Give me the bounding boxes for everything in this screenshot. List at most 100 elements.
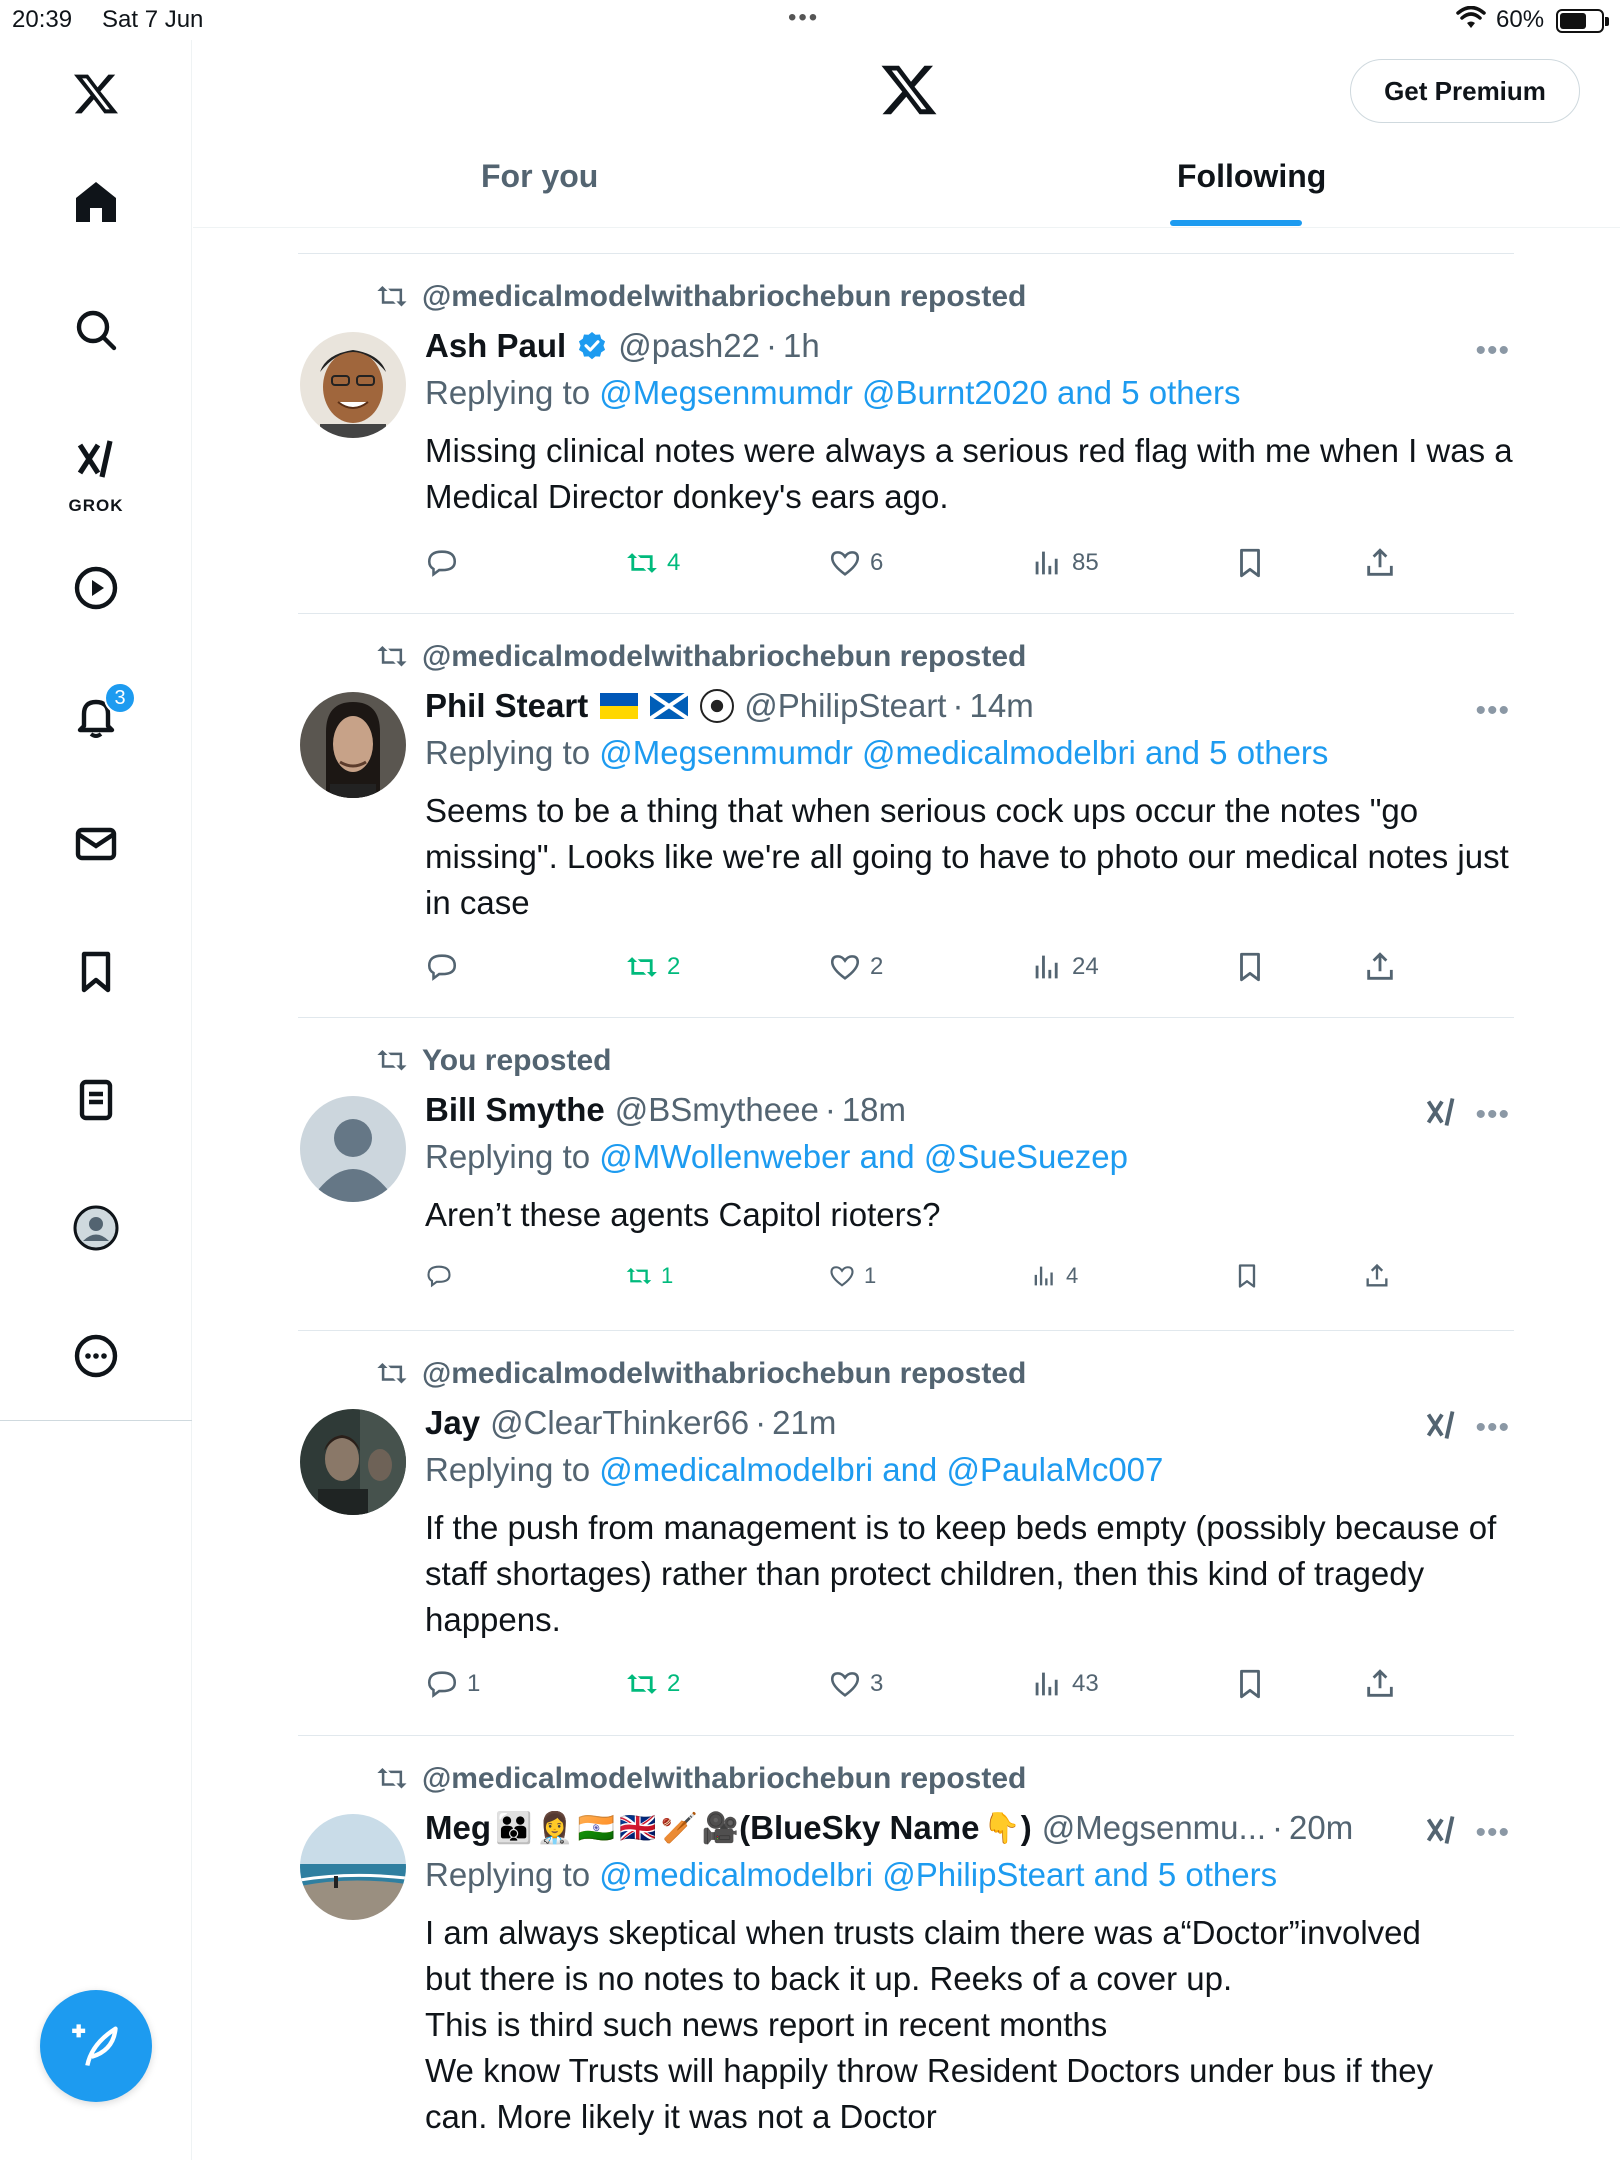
grok-explain-icon[interactable]: [1424, 1094, 1460, 1130]
post-time[interactable]: 18m: [842, 1091, 906, 1129]
bookmark-button[interactable]: [1233, 950, 1275, 984]
reply-button[interactable]: [425, 950, 467, 984]
football-icon: [700, 689, 735, 723]
repost-icon: [627, 553, 657, 573]
share-button[interactable]: [1363, 1667, 1405, 1701]
repost-icon: [377, 645, 407, 667]
views-button[interactable]: 4: [1030, 1262, 1078, 1290]
heart-icon: [830, 955, 860, 980]
share-button[interactable]: [1363, 950, 1405, 984]
more-options-icon[interactable]: •••: [1475, 1411, 1510, 1445]
author-handle[interactable]: @ClearThinker66: [490, 1404, 749, 1442]
sidebar-item-profile[interactable]: [56, 1188, 136, 1268]
post-text-line: I am always skeptical when trusts claim …: [425, 1914, 1421, 1951]
repost-button[interactable]: 4: [625, 546, 680, 580]
author-name[interactable]: Phil Steart: [425, 687, 588, 725]
repost-button[interactable]: 1: [625, 1262, 673, 1290]
views-button[interactable]: 43: [1030, 1667, 1099, 1701]
reply-button[interactable]: [425, 1262, 461, 1290]
author-name[interactable]: Meg: [425, 1809, 491, 1847]
avatar[interactable]: [300, 1096, 406, 1202]
post-time[interactable]: 14m: [969, 687, 1033, 725]
sidebar-item-messages[interactable]: [56, 804, 136, 884]
share-button[interactable]: [1363, 1262, 1399, 1290]
sidebar-item-lists[interactable]: [56, 1060, 136, 1140]
bookmark-button[interactable]: [1233, 546, 1275, 580]
notification-badge: 3: [104, 682, 136, 714]
x-logo-icon[interactable]: [879, 60, 939, 120]
reply-button[interactable]: [425, 546, 467, 580]
post-card[interactable]: @medicalmodelwithabriochebun reposted Ja…: [298, 1330, 1514, 1735]
sidebar-item-home[interactable]: [56, 162, 136, 242]
tab-following[interactable]: Following: [1177, 158, 1326, 228]
compose-post-button[interactable]: [40, 1990, 152, 2102]
views-chart-icon: [1034, 1266, 1053, 1286]
reply-button[interactable]: 1: [425, 1667, 480, 1701]
post-text-line: We know Trusts will happily throw Reside…: [425, 2052, 1434, 2089]
sidebar-item-videos[interactable]: [56, 548, 136, 628]
bookmark-button[interactable]: [1233, 1262, 1269, 1290]
multitask-dots-icon[interactable]: •••: [788, 4, 819, 32]
grok-explain-icon[interactable]: [1424, 1407, 1460, 1443]
views-button[interactable]: 24: [1030, 950, 1099, 984]
reply-mentions[interactable]: @medicalmodelbri and @PaulaMc007: [599, 1451, 1163, 1488]
sidebar-item-bookmarks[interactable]: [56, 932, 136, 1012]
x-logo-icon: [74, 74, 118, 114]
author-handle[interactable]: @Megsenmu...: [1042, 1809, 1266, 1847]
like-button[interactable]: 2: [828, 950, 883, 984]
author-name[interactable]: Ash Paul: [425, 327, 566, 365]
sidebar-x-logo[interactable]: [56, 54, 136, 134]
reply-icon: [427, 1265, 451, 1288]
sidebar-item-grok[interactable]: GROK: [56, 418, 136, 518]
replying-to-label: Replying to: [425, 734, 591, 771]
bookmark-button[interactable]: [1233, 1667, 1275, 1701]
reply-mentions[interactable]: @medicalmodelbri @PhilipSteart and 5 oth…: [599, 1856, 1277, 1893]
get-premium-button[interactable]: Get Premium: [1350, 59, 1580, 123]
more-options-icon[interactable]: •••: [1475, 694, 1510, 728]
sidebar-item-more[interactable]: [56, 1316, 136, 1396]
grok-explain-icon[interactable]: [1424, 1812, 1460, 1848]
view-count: 43: [1072, 1670, 1099, 1697]
like-button[interactable]: 1: [828, 1262, 876, 1290]
more-options-icon[interactable]: •••: [1475, 1098, 1510, 1132]
reply-mentions[interactable]: @MWollenweber and @SueSuezep: [599, 1138, 1128, 1175]
author-name[interactable]: Jay: [425, 1404, 480, 1442]
avatar[interactable]: [300, 692, 406, 798]
post-card[interactable]: You reposted Bill Smythe @BSmytheee · 18…: [298, 1017, 1514, 1330]
share-button[interactable]: [1363, 546, 1405, 580]
post-card[interactable]: @medicalmodelwithabriochebun reposted As…: [298, 253, 1514, 613]
author-handle[interactable]: @pash22: [618, 327, 760, 365]
post-time[interactable]: 21m: [772, 1404, 836, 1442]
views-button[interactable]: 85: [1030, 546, 1099, 580]
repost-button[interactable]: 2: [625, 950, 680, 984]
author-handle[interactable]: @BSmytheee: [615, 1091, 819, 1129]
post-time[interactable]: 1h: [783, 327, 820, 365]
like-count: 6: [870, 549, 884, 576]
post-time[interactable]: 20m: [1289, 1809, 1353, 1847]
repost-button[interactable]: 2: [625, 1667, 680, 1701]
more-options-icon[interactable]: •••: [1475, 1816, 1510, 1850]
like-button[interactable]: 6: [828, 546, 883, 580]
reply-mentions[interactable]: @Megsenmumdr @medicalmodelbri and 5 othe…: [599, 734, 1328, 771]
author-name-close: ): [1020, 1809, 1032, 1846]
post-actions: 2 2 24: [425, 950, 1425, 994]
more-options-icon[interactable]: •••: [1475, 334, 1510, 368]
reply-mentions[interactable]: @Megsenmumdr @Burnt2020 and 5 others: [599, 374, 1240, 411]
replying-to: Replying to @MWollenweber and @SueSuezep: [425, 1138, 1128, 1176]
play-icon: [74, 566, 118, 610]
post-card[interactable]: @medicalmodelwithabriochebun reposted Me…: [298, 1735, 1514, 2155]
post-actions: 1 2 3 43: [425, 1667, 1425, 1711]
post-card[interactable]: @medicalmodelwithabriochebun reposted Ph…: [298, 613, 1514, 1017]
replying-to: Replying to @medicalmodelbri @PhilipStea…: [425, 1856, 1277, 1894]
sidebar-item-notifications[interactable]: 3: [56, 676, 136, 756]
sidebar-item-search[interactable]: [56, 290, 136, 370]
repost-icon: [377, 1767, 407, 1789]
author-handle[interactable]: @PhilipSteart: [744, 687, 946, 725]
avatar[interactable]: [300, 1814, 406, 1920]
like-button[interactable]: 3: [828, 1667, 883, 1701]
avatar[interactable]: [300, 1409, 406, 1515]
active-tab-indicator: [1170, 220, 1302, 226]
avatar[interactable]: [300, 332, 406, 438]
author-name[interactable]: Bill Smythe: [425, 1091, 605, 1129]
tab-for-you[interactable]: For you: [481, 158, 598, 228]
